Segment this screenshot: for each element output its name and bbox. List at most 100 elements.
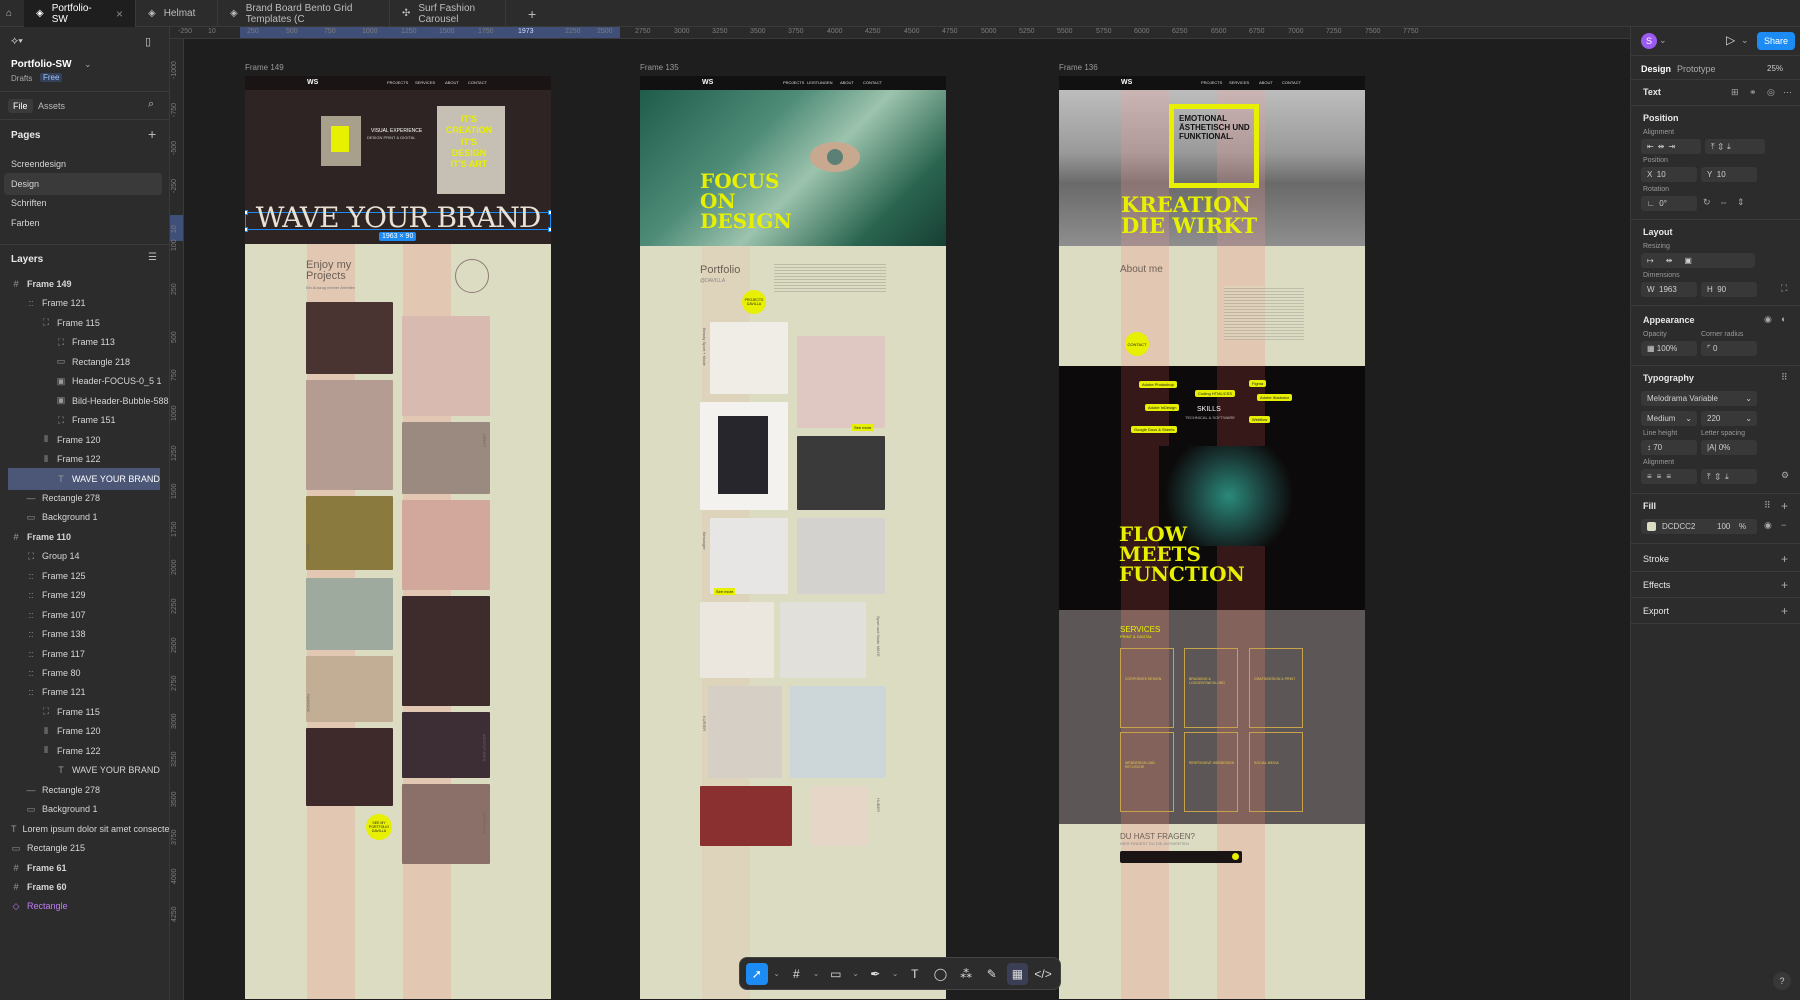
canvas[interactable]: Frame 149 WS PROJECTS SERVICES ABOUT CON… — [184, 39, 1630, 1000]
actions-tool-icon[interactable]: ⁂ — [955, 963, 977, 985]
blend-mode-icon[interactable]: ◐ — [1781, 314, 1786, 324]
chevron-down-icon[interactable]: ⌄ — [84, 59, 92, 70]
project-beauty[interactable] — [790, 686, 886, 778]
new-tab-icon[interactable]: + — [516, 0, 546, 27]
fill-color-swatch[interactable] — [1647, 522, 1656, 531]
faq-question[interactable] — [1120, 851, 1242, 863]
text-align-vertical-group[interactable]: ⤒⇳⤓ — [1701, 469, 1757, 484]
chevron-down-icon[interactable]: ⌄ — [1659, 35, 1667, 46]
text-tool-icon[interactable]: T — [904, 963, 926, 985]
tab-surf-fashion[interactable]: ✣ Surf Fashion Carousel — [390, 0, 506, 27]
draw-mode-icon[interactable]: ✎ — [981, 963, 1003, 985]
project-fashion-mag[interactable] — [797, 518, 885, 594]
line-height-input[interactable]: ↕ 70 — [1641, 440, 1697, 455]
rotation-input[interactable]: ∟ 0° — [1641, 196, 1697, 211]
project-brochure[interactable] — [402, 316, 490, 416]
layers-options-icon[interactable]: ☰ — [148, 252, 157, 263]
typography-styles-icon[interactable]: ⠿ — [1781, 372, 1788, 383]
project-emboss[interactable] — [402, 422, 490, 494]
tab-portfolio-sw[interactable]: ◈ Portfolio-SW × — [24, 0, 136, 27]
font-family-select[interactable]: Melodrama Variable ⌄ — [1641, 391, 1757, 406]
see-more-tag[interactable]: See more — [852, 424, 874, 431]
main-menu-icon[interactable]: ⟡▾ — [11, 35, 23, 48]
tab-prototype[interactable]: Prototype — [1677, 64, 1716, 74]
avatar[interactable]: S — [1641, 33, 1657, 49]
comment-tool-icon[interactable]: ◯ — [930, 963, 952, 985]
frame-149[interactable]: WS PROJECTS SERVICES ABOUT CONTACT VISUA… — [245, 76, 551, 999]
nav-contact[interactable]: CONTACT — [863, 80, 882, 85]
project-kurier[interactable] — [708, 686, 782, 778]
tab-design[interactable]: Design — [1641, 64, 1671, 74]
frame-135-label[interactable]: Frame 135 — [640, 63, 679, 72]
frame-tool-icon[interactable]: # — [786, 963, 808, 985]
search-icon[interactable]: ⌕ — [148, 98, 154, 111]
project-health[interactable] — [306, 578, 393, 650]
nav-about[interactable]: ABOUT — [840, 80, 854, 85]
play-icon[interactable]: ▷ — [1726, 33, 1735, 47]
add-export-icon[interactable]: + — [1781, 604, 1788, 618]
frame-149-label[interactable]: Frame 149 — [245, 63, 284, 72]
service-card[interactable]: BRANDING & LOGOENTWICKLUNG — [1184, 648, 1238, 728]
add-page-icon[interactable]: + — [148, 126, 156, 142]
project-badge[interactable] — [402, 712, 490, 778]
text-align-horizontal-group[interactable]: ≡≡≡ — [1641, 469, 1697, 484]
add-effect-icon[interactable]: + — [1781, 578, 1788, 592]
service-card[interactable]: CORPORATE DESIGN — [1120, 648, 1174, 728]
y-input[interactable]: Y 10 — [1701, 167, 1757, 182]
design-mode-icon[interactable]: ▦ — [1006, 962, 1029, 985]
visibility-icon[interactable]: ◉ — [1764, 314, 1772, 325]
project-laptop[interactable] — [306, 302, 393, 374]
help-button[interactable]: ? — [1773, 972, 1791, 990]
letter-spacing-input[interactable]: |A| 0% — [1701, 440, 1757, 455]
more-icon[interactable]: ⋯ — [1783, 87, 1792, 98]
constrain-proportions-icon[interactable]: ⛶ — [1781, 283, 1787, 294]
service-card[interactable]: GRAFIKDESIGN & PRINT — [1249, 648, 1303, 728]
project-book[interactable] — [710, 322, 788, 394]
frame-135[interactable]: WS PROJECTS LEISTUNGEN ABOUT CONTACT FOC… — [640, 76, 946, 999]
resizing-group[interactable]: ↦⇹▣ — [1641, 253, 1755, 268]
chevron-down-icon[interactable]: ⌄ — [890, 963, 900, 985]
service-card[interactable]: RESPONSIVE WEBDESIGN — [1184, 732, 1238, 812]
chevron-down-icon[interactable]: ⌄ — [1741, 35, 1749, 46]
grid-icon[interactable]: ⊞ — [1731, 87, 1739, 98]
page-item[interactable]: Screendesign — [4, 153, 162, 175]
nav-about[interactable]: ABOUT — [1259, 80, 1273, 85]
tab-helmat[interactable]: ◈ Helmat — [136, 0, 218, 27]
remove-fill-icon[interactable]: − — [1781, 520, 1786, 530]
flip-horizontal-icon[interactable]: ⇔ — [1719, 197, 1728, 207]
project-cover[interactable] — [797, 336, 885, 428]
faq-toggle-icon[interactable] — [1232, 853, 1239, 860]
nav-about[interactable]: ABOUT — [445, 80, 459, 85]
project-magazine[interactable] — [700, 402, 788, 510]
project-phone[interactable] — [780, 602, 866, 678]
text-settings-icon[interactable]: ⚙ — [1781, 470, 1789, 481]
nav-projects[interactable]: PROJECTS — [1201, 80, 1222, 85]
project-bag[interactable] — [306, 728, 393, 806]
move-tool-icon[interactable]: ➚ — [746, 962, 768, 985]
nav-contact[interactable]: CONTACT — [1282, 80, 1301, 85]
nav-projects[interactable]: PROJECTS — [783, 80, 804, 85]
service-card[interactable]: SOCIAL MEDIA — [1249, 732, 1303, 812]
frame-136[interactable]: WS PROJECTS SERVICES ABOUT CONTACT EMOTI… — [1059, 76, 1365, 999]
project-books[interactable] — [700, 786, 792, 846]
home-icon[interactable]: ⌂ — [0, 0, 24, 27]
page-item[interactable]: Schriften — [4, 192, 162, 214]
fill-styles-icon[interactable]: ⠿ — [1764, 500, 1771, 511]
project-flyer-red[interactable] — [710, 518, 788, 594]
nav-projects[interactable]: PROJECTS — [387, 80, 408, 85]
file-name[interactable]: Portfolio-SW — [11, 59, 72, 70]
fill-visibility-icon[interactable]: ◉ — [1764, 520, 1772, 531]
font-weight-select[interactable]: Medium ⌄ — [1641, 411, 1697, 426]
nav-services[interactable]: SERVICES — [415, 80, 435, 85]
tab-assets[interactable]: Assets — [38, 101, 65, 111]
project-bottle[interactable] — [402, 784, 490, 864]
pen-tool-icon[interactable]: ✒ — [865, 963, 887, 985]
height-input[interactable]: H 90 — [1701, 282, 1757, 297]
frame-136-label[interactable]: Frame 136 — [1059, 63, 1098, 72]
project-fashion[interactable] — [306, 656, 393, 722]
layer-item[interactable]: ◇ Rectangle — [0, 895, 169, 917]
chevron-down-icon[interactable]: ⌄ — [811, 963, 821, 985]
share-button[interactable]: Share — [1757, 32, 1795, 50]
sidebar-toggle-icon[interactable]: ▯ — [145, 35, 151, 48]
tab-file[interactable]: File — [8, 99, 33, 113]
